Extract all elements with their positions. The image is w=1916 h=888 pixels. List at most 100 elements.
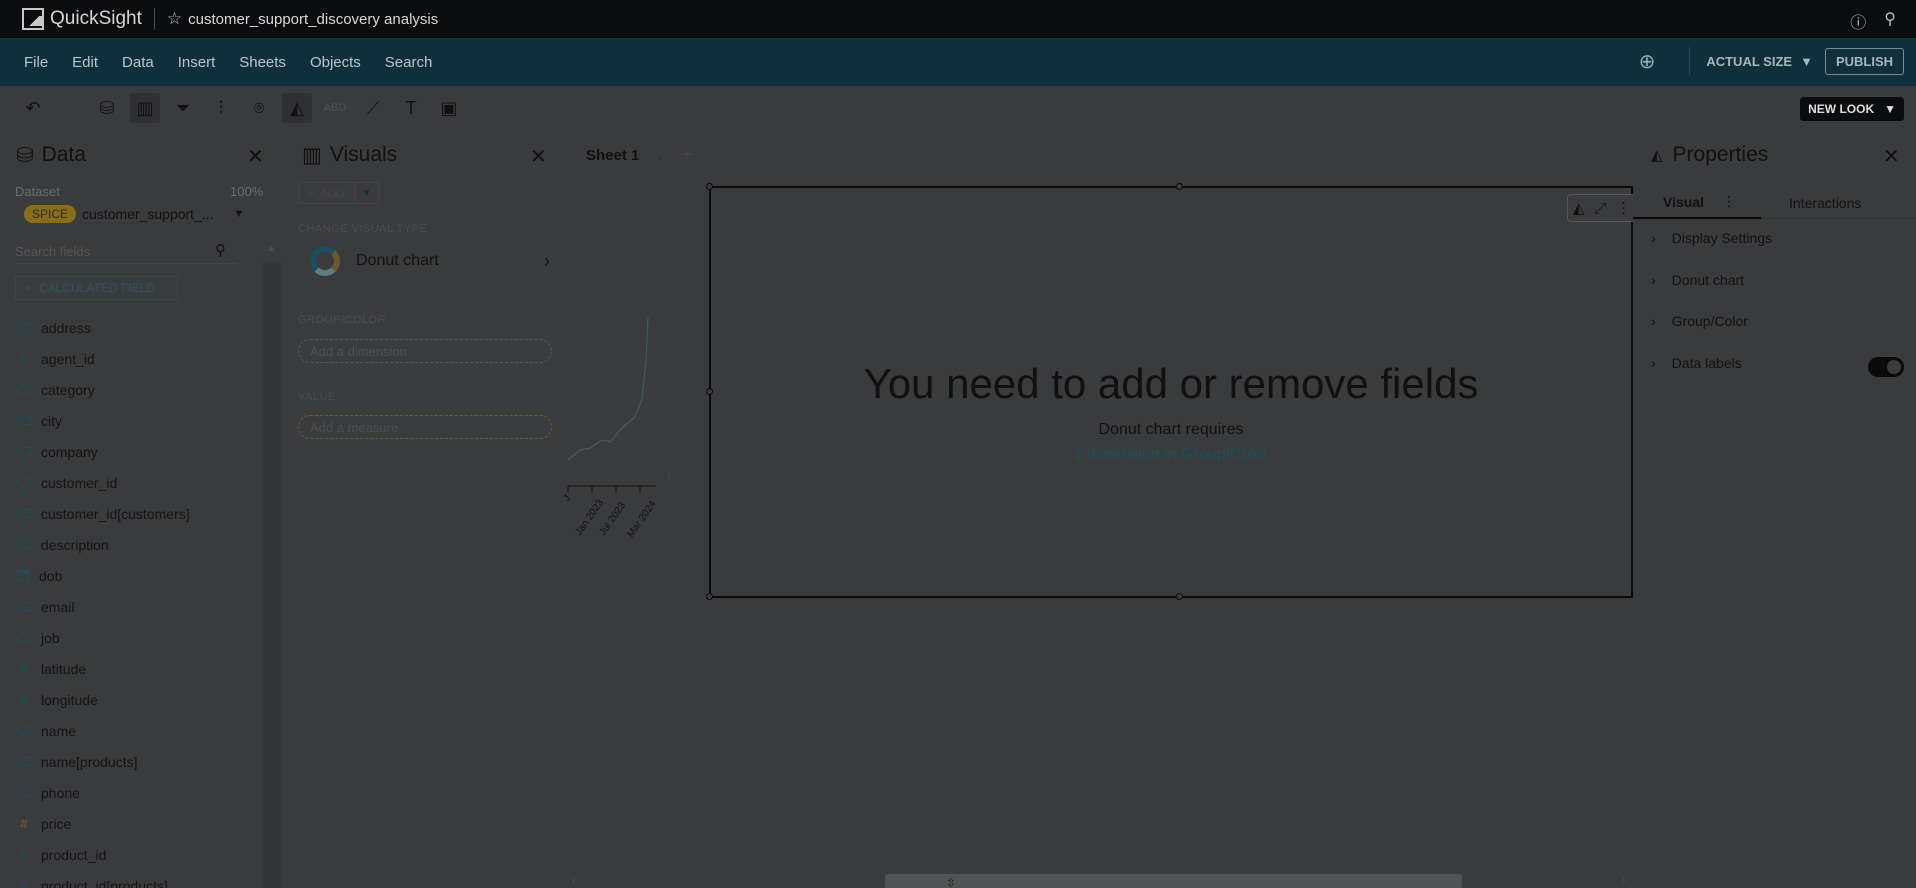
group-color-well[interactable]: Add a dimension [298,339,552,363]
menu-sheets[interactable]: Sheets [239,54,286,71]
add-visual-dropdown-icon[interactable]: ▼ [355,182,379,204]
section-data-labels[interactable]: › Data labels [1651,355,1901,371]
field-item[interactable]: customer_id[customers] [17,498,257,529]
field-item[interactable]: # price [17,808,257,839]
new-look-dropdown[interactable]: NEW LOOK ▼ [1800,97,1904,121]
visual-type-selector[interactable]: Donut chart › [310,246,550,276]
menu-edit[interactable]: Edit [72,54,98,71]
menu-separator [1689,47,1691,75]
add-sheet-icon[interactable]: + [682,144,694,167]
chevron-right-icon: › [1651,355,1656,371]
field-item[interactable]: # latitude [17,653,257,684]
field-name: phone [41,784,80,801]
section-donut-chart[interactable]: › Donut chart [1651,272,1901,288]
menu-file[interactable]: File [24,54,48,71]
canvas-horizontal-scrollbar[interactable] [885,874,1462,888]
resize-handle-top-left[interactable] [706,183,713,190]
field-item[interactable]: address [17,312,257,343]
user-icon[interactable]: ⚲ [1884,9,1896,33]
filter-icon[interactable]: ⏷ [168,93,198,123]
field-item[interactable]: company [17,436,257,467]
dataset-icon[interactable]: ⛁ [92,93,122,123]
text-icon[interactable]: T [396,93,426,123]
insights-icon[interactable]: ⌾ [244,93,274,123]
image-icon[interactable]: ▣ [434,93,464,123]
search-add-icon[interactable]: ⊕ [1639,49,1656,74]
menu-insert[interactable]: Insert [178,54,216,71]
field-item[interactable]: phone [17,777,257,808]
add-calculated-field-button[interactable]: + CALCULATED FIELD [15,276,178,300]
expand-icon[interactable]: ⤢ [1594,200,1606,217]
trend-icon[interactable]: ⟋ [358,93,388,123]
visuals-panel: ▥ Visuals ✕ + ADD ▼ CHANGE VISUAL TYPE D… [290,138,560,598]
more-options-icon[interactable]: ⋮ [1722,193,1736,210]
resize-handle-bottom-left[interactable] [706,593,713,600]
analysis-title[interactable]: customer_support_discovery analysis [188,11,438,28]
tab-visual[interactable]: Visual ⋮ [1633,186,1761,219]
dimension-tag-icon [17,416,31,425]
close-visuals-panel-icon[interactable]: ✕ [530,144,547,169]
themes-icon[interactable]: ◭ [282,93,312,123]
field-item[interactable]: email [17,591,257,622]
field-item[interactable]: dob [17,560,257,591]
menu-search[interactable]: Search [385,54,433,71]
field-item[interactable]: name[products] [17,746,257,777]
field-name: customer_id [41,474,118,491]
dimension-tag-icon [17,478,31,487]
add-visual-button[interactable]: + ADD [298,182,355,204]
menu-objects[interactable]: Objects [310,54,361,71]
field-item[interactable]: # product_id[products] [17,870,257,888]
more-options-icon[interactable]: ⋮ [1616,199,1631,217]
field-item[interactable]: city [17,405,257,436]
measure-icon: # [20,351,28,366]
visualize-icon[interactable]: ▥ [130,93,160,123]
data-panel-title: Data [41,143,86,166]
dataset-name: customer_support_... [82,206,214,222]
scroll-handle-icon[interactable]: ⇳ [946,876,956,888]
field-item[interactable]: customer_id [17,467,257,498]
undo-icon[interactable]: ↶ [18,93,48,123]
value-well[interactable]: Add a measure [298,415,552,439]
format-visual-icon[interactable]: ◭ [1573,199,1585,217]
dataset-selector[interactable]: SPICE customer_support_... ▼ [24,205,244,223]
field-item[interactable]: name [17,715,257,746]
dimension-tag-icon [17,447,31,456]
visual-message-title: You need to add or remove fields [863,360,1479,407]
field-name: product_id [41,846,107,863]
database-icon: ⛁ [16,143,34,167]
favorite-star-icon[interactable]: ☆ [167,9,182,29]
plus-icon: + [308,186,316,200]
close-data-panel-icon[interactable]: ✕ [247,144,264,169]
help-icon[interactable]: ⓘ [1850,9,1866,33]
field-item[interactable]: description [17,529,257,560]
chevron-down-icon: ▼ [1884,102,1896,116]
scroll-up-icon[interactable]: ▲ [266,242,277,254]
data-panel-scrollbar[interactable] [263,262,281,888]
field-item[interactable]: job [17,622,257,653]
publish-button[interactable]: PUBLISH [1824,47,1904,75]
actual-size-dropdown[interactable]: ACTUAL SIZE ▼ [1706,54,1813,69]
tab-interactions[interactable]: Interactions [1789,186,1861,219]
section-display-settings[interactable]: › Display Settings [1651,230,1901,246]
required-field-link[interactable]: 1 dimension in Group/Color [709,446,1633,464]
tab-sheet-1[interactable]: Sheet 1 ⌄ [586,146,666,165]
parameters-icon[interactable]: ⫶ [206,93,236,123]
field-item[interactable]: # agent_id [17,343,257,374]
section-group-color[interactable]: › Group/Color [1651,313,1901,329]
actual-size-label: ACTUAL SIZE [1706,53,1793,69]
scroll-left-icon[interactable]: ‹ [572,875,575,886]
close-properties-icon[interactable]: ✕ [1883,144,1900,169]
field-item[interactable]: # longitude [17,684,257,715]
field-item[interactable]: # product_id [17,839,257,870]
quicksight-logo[interactable]: QuickSight [22,8,142,30]
add-text-box-icon[interactable]: ABD [320,93,350,123]
dimension-tag-icon [17,509,31,518]
dataset-percentage: 100% [230,184,264,199]
scroll-right-icon[interactable]: › [1622,875,1625,886]
menu-data[interactable]: Data [122,54,154,71]
search-fields-input[interactable] [15,240,237,264]
field-item[interactable]: category [17,374,257,405]
data-labels-toggle[interactable] [1868,357,1904,377]
resize-handle-bottom[interactable] [1176,593,1183,600]
resize-handle-top[interactable] [1176,183,1183,190]
